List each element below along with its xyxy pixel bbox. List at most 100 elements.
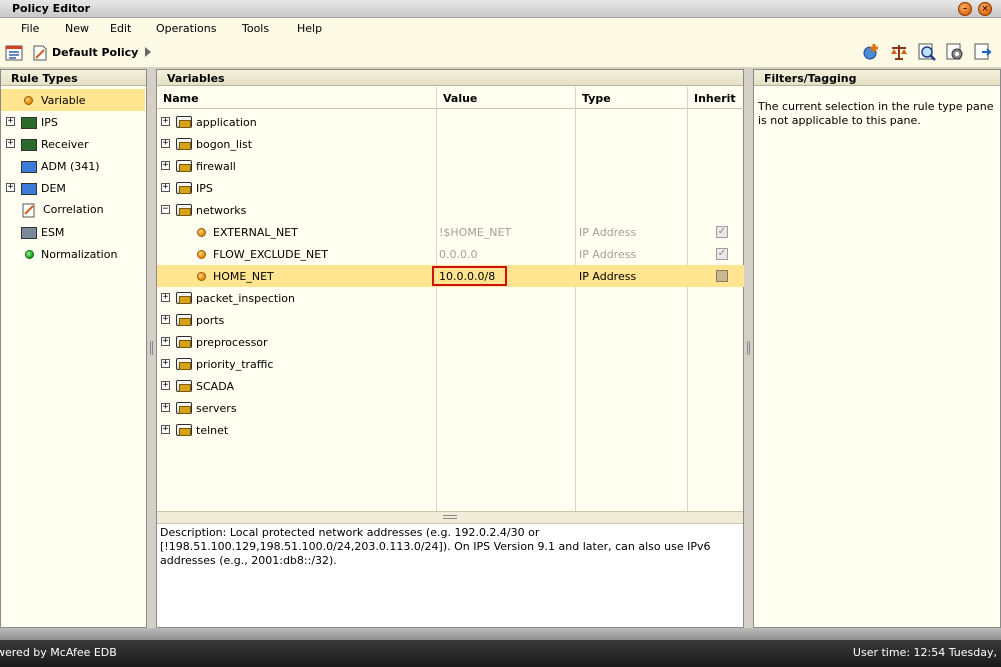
var-name: EXTERNAL_NET: [213, 226, 298, 239]
rule-type-label: ESM: [41, 226, 65, 239]
rule-type-esm[interactable]: ESM: [1, 221, 145, 243]
expand-icon[interactable]: +: [161, 161, 170, 170]
minimize-button[interactable]: –: [958, 2, 972, 16]
var-name: networks: [196, 204, 247, 217]
column-type[interactable]: Type: [576, 87, 688, 109]
expand-icon[interactable]: +: [161, 117, 170, 126]
description-splitter[interactable]: [157, 511, 743, 523]
policy-icon: [33, 45, 47, 61]
table-row[interactable]: + preprocessor: [157, 331, 744, 353]
bottom-strip: [0, 628, 1001, 640]
window-titlebar: Policy Editor – ×: [0, 0, 1001, 18]
variable-dot-icon: [197, 250, 206, 259]
table-row[interactable]: − networks: [157, 199, 744, 221]
var-name: IPS: [196, 182, 213, 195]
expand-icon[interactable]: +: [161, 337, 170, 346]
menu-bar: File New Edit Operations Tools Help: [0, 18, 1001, 38]
expand-icon[interactable]: +: [161, 183, 170, 192]
inherit-checkbox[interactable]: ✓: [716, 226, 728, 238]
table-row-selected[interactable]: HOME_NET 10.0.0.0/8 IP Address: [157, 265, 744, 287]
close-button[interactable]: ×: [978, 2, 992, 16]
table-row[interactable]: + servers: [157, 397, 744, 419]
rule-type-receiver[interactable]: + Receiver: [1, 133, 145, 155]
table-row[interactable]: + IPS: [157, 177, 744, 199]
folder-icon: [176, 116, 192, 128]
var-type: IP Address: [579, 248, 637, 261]
expand-icon[interactable]: +: [161, 425, 170, 434]
expand-icon[interactable]: +: [161, 359, 170, 368]
expand-icon[interactable]: +: [161, 403, 170, 412]
table-row[interactable]: FLOW_EXCLUDE_NET 0.0.0.0 IP Address ✓: [157, 243, 744, 265]
var-value[interactable]: 0.0.0.0: [439, 248, 477, 261]
menu-help[interactable]: Help: [297, 22, 322, 35]
left-splitter[interactable]: [147, 69, 156, 628]
var-name: HOME_NET: [213, 270, 274, 283]
user-time-label: User time: 12:54 Tuesday,: [852, 646, 997, 659]
rule-type-ips[interactable]: + IPS: [1, 111, 145, 133]
splitter-grip: [747, 341, 750, 355]
variable-description: Description: Local protected network add…: [157, 523, 743, 627]
scales-icon[interactable]: [890, 43, 908, 61]
filters-panel: Filters/Tagging The current selection in…: [753, 69, 1001, 628]
menu-file[interactable]: File: [21, 22, 39, 35]
menu-edit[interactable]: Edit: [110, 22, 131, 35]
rule-type-correlation[interactable]: Correlation: [1, 199, 145, 221]
folder-icon: [176, 402, 192, 414]
var-value[interactable]: !$HOME_NET: [439, 226, 511, 239]
expand-icon[interactable]: +: [161, 315, 170, 324]
column-name[interactable]: Name: [157, 87, 437, 109]
var-name: packet_inspection: [196, 292, 295, 305]
folder-icon: [176, 138, 192, 150]
table-row[interactable]: + firewall: [157, 155, 744, 177]
var-type: IP Address: [579, 226, 637, 239]
search-icon[interactable]: [918, 43, 936, 61]
expand-icon[interactable]: +: [6, 139, 15, 148]
right-splitter[interactable]: [744, 69, 753, 628]
collapse-icon[interactable]: −: [161, 205, 170, 214]
menu-new[interactable]: New: [65, 22, 89, 35]
policy-name[interactable]: Default Policy: [52, 46, 138, 59]
expand-icon[interactable]: +: [6, 117, 15, 126]
expand-icon[interactable]: +: [161, 139, 170, 148]
menu-operations[interactable]: Operations: [156, 22, 216, 35]
chevron-right-icon[interactable]: [143, 46, 153, 58]
table-row[interactable]: EXTERNAL_NET !$HOME_NET IP Address ✓: [157, 221, 744, 243]
var-value[interactable]: 10.0.0.0/8: [439, 270, 495, 283]
table-row[interactable]: + telnet: [157, 419, 744, 441]
expand-icon[interactable]: +: [6, 183, 15, 192]
variable-dot-icon: [197, 272, 206, 281]
variable-dot-icon: [197, 228, 206, 237]
settings-icon[interactable]: [946, 43, 964, 61]
table-row[interactable]: + SCADA: [157, 375, 744, 397]
export-icon[interactable]: [974, 43, 992, 61]
rule-type-adm[interactable]: ADM (341): [1, 155, 145, 177]
status-bar: wered by McAfee EDB User time: 12:54 Tue…: [0, 640, 1001, 667]
folder-icon: [176, 160, 192, 172]
rule-type-label: Correlation: [43, 203, 104, 216]
folder-open-icon: [176, 204, 192, 216]
table-row[interactable]: + ports: [157, 309, 744, 331]
folder-icon: [176, 336, 192, 348]
add-rule-icon[interactable]: [862, 43, 880, 61]
rule-type-dem[interactable]: + DEM: [1, 177, 145, 199]
expand-icon[interactable]: +: [161, 381, 170, 390]
inherit-checkbox[interactable]: ✓: [716, 248, 728, 260]
rule-type-variable[interactable]: Variable: [1, 89, 145, 111]
table-row[interactable]: + priority_traffic: [157, 353, 744, 375]
menu-tools[interactable]: Tools: [242, 22, 269, 35]
table-row[interactable]: + packet_inspection: [157, 287, 744, 309]
column-inherit[interactable]: Inherit: [688, 87, 744, 109]
orange-dot-icon: [24, 96, 33, 105]
table-row[interactable]: + application: [157, 111, 744, 133]
var-name: priority_traffic: [196, 358, 274, 371]
adm-icon: [21, 161, 37, 173]
column-value[interactable]: Value: [437, 87, 576, 109]
expand-icon[interactable]: +: [161, 293, 170, 302]
inherit-checkbox[interactable]: [716, 270, 728, 282]
policy-tree-icon[interactable]: [5, 44, 23, 62]
var-name: servers: [196, 402, 237, 415]
variables-header: Variables: [157, 70, 743, 86]
rule-type-normalization[interactable]: Normalization: [1, 243, 145, 265]
table-row[interactable]: + bogon_list: [157, 133, 744, 155]
folder-icon: [176, 380, 192, 392]
